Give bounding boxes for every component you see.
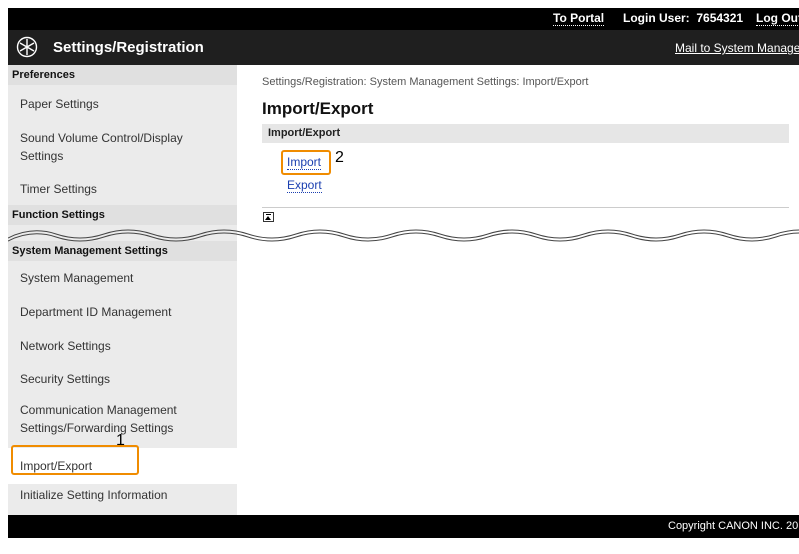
settings-registration-icon — [16, 36, 38, 58]
callout-number-1: 1 — [116, 432, 125, 449]
mail-to-system-manager-link[interactable]: Mail to System Manager — [675, 41, 799, 55]
login-user-id: 7654321 — [696, 11, 744, 25]
sidebar-item-security-settings[interactable]: Security Settings — [8, 370, 237, 388]
page: To Portal Login User: 7654321 Log Out Se… — [8, 8, 799, 554]
footer: Copyright CANON INC. 2015 — [8, 515, 799, 538]
breadcrumb: Settings/Registration: System Management… — [262, 76, 589, 88]
log-out-link[interactable]: Log Out — [756, 12, 799, 26]
page-header-title: Settings/Registration — [53, 39, 204, 56]
to-portal-link[interactable]: To Portal — [553, 12, 605, 26]
sidebar-item-department-id[interactable]: Department ID Management — [8, 303, 237, 321]
sidebar-item-label: Sound Volume Control/Display — [20, 131, 183, 145]
sidebar-item-sound-volume[interactable]: Sound Volume Control/Display Settings — [8, 129, 237, 165]
divider — [262, 207, 789, 208]
login-user-label: Login User: — [623, 11, 690, 25]
sidebar-item-network-settings[interactable]: Network Settings — [8, 337, 237, 355]
top-bar: To Portal Login User: 7654321 Log Out — [8, 8, 799, 30]
section-heading: Import/Export — [262, 124, 789, 143]
page-break-wave — [8, 229, 799, 242]
sidebar-item-label: Settings/Forwarding Settings — [20, 421, 174, 435]
sidebar-item-label: Communication Management — [20, 403, 177, 417]
login-user-info: Login User: 7654321 — [623, 12, 743, 25]
export-link[interactable]: Export — [287, 179, 322, 193]
callout-highlight-2 — [281, 150, 331, 175]
sidebar-heading-preferences: Preferences — [8, 65, 237, 85]
title-bar: Settings/Registration Mail to System Man… — [8, 30, 799, 65]
sidebar-item-paper-settings[interactable]: Paper Settings — [8, 95, 237, 113]
sidebar-item-label: Settings — [20, 149, 64, 163]
sidebar-item-timer-settings[interactable]: Timer Settings — [8, 180, 237, 198]
sidebar-heading-system-management[interactable]: System Management Settings — [8, 241, 237, 261]
copyright-text: Copyright CANON INC. 2015 — [668, 520, 799, 532]
sidebar-item-initialize-settings[interactable]: Initialize Setting Information — [8, 486, 237, 504]
page-title: Import/Export — [262, 99, 374, 118]
back-to-top-icon[interactable] — [263, 212, 274, 222]
callout-number-2: 2 — [335, 149, 344, 166]
sidebar-item-system-management[interactable]: System Management — [8, 269, 237, 287]
